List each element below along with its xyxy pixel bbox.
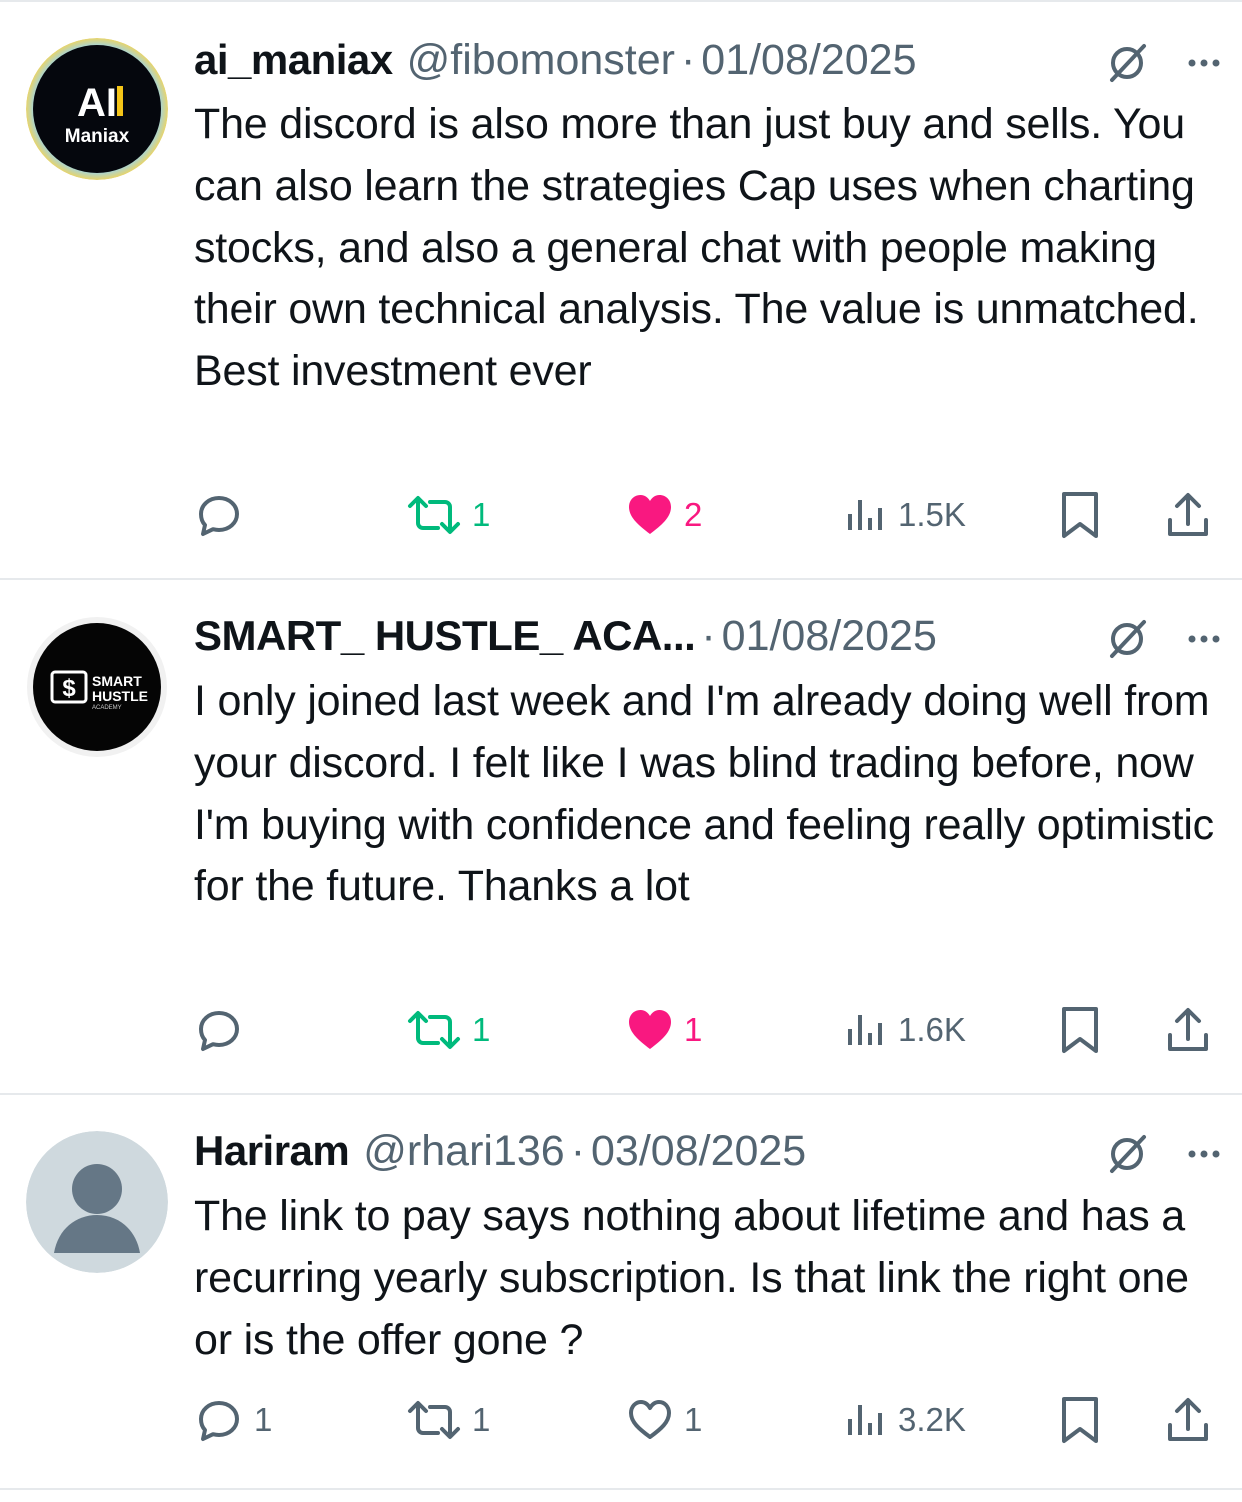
reply-button[interactable]: [194, 1005, 254, 1055]
reply-button[interactable]: 1: [194, 1395, 272, 1445]
action-bar: 1 1 1.6K: [194, 1005, 1224, 1055]
bookmark-icon: [1062, 1007, 1098, 1053]
tweet-header: SMART_ HUSTLE_ ACA... · 01/08/2025: [194, 610, 1224, 662]
reply-icon: [199, 1401, 239, 1441]
action-bar: 1 1 1 3.2K: [194, 1395, 1224, 1445]
share-button[interactable]: [1166, 1005, 1210, 1055]
tweet-header: Hariram @rhari136 · 03/08/2025: [194, 1125, 1224, 1177]
views-button[interactable]: 1.6K: [844, 1005, 966, 1055]
avatar-text-1: AI: [77, 81, 117, 125]
tweet[interactable]: Hariram @rhari136 · 03/08/2025 The link …: [0, 1095, 1242, 1490]
more-icon[interactable]: [1184, 43, 1224, 83]
reply-count: 1: [254, 1401, 273, 1438]
tweet[interactable]: $ SMART HUSTLE ACADEMY SMART_ HUSTLE_ AC…: [0, 580, 1242, 1095]
date[interactable]: 01/08/2025: [701, 36, 916, 85]
tweet[interactable]: AI Maniax ai_maniax @fibomonster · 01/08…: [0, 0, 1242, 580]
tweet-text: The link to pay says nothing about lifet…: [194, 1192, 1189, 1364]
share-button[interactable]: [1166, 1395, 1210, 1445]
reply-icon: [199, 496, 239, 536]
default-avatar-icon: [26, 1131, 168, 1273]
display-name[interactable]: Hariram: [194, 1127, 350, 1175]
more-icon[interactable]: [1184, 1134, 1224, 1174]
avatar-text-2: HUSTLE: [92, 688, 148, 704]
grok-icon[interactable]: [1104, 1131, 1150, 1177]
svg-text:$: $: [62, 675, 76, 702]
like-count: 1: [684, 1011, 703, 1048]
views-count: 1.5K: [898, 496, 966, 533]
separator: ·: [570, 1126, 586, 1175]
retweet-count: 1: [472, 1011, 491, 1048]
tweet-text: The discord is also more than just buy a…: [194, 100, 1199, 396]
ai-maniax-logo: AI Maniax: [26, 38, 168, 180]
avatar-text-2: Maniax: [65, 126, 130, 147]
grok-icon[interactable]: [1104, 40, 1150, 86]
share-icon: [1168, 1008, 1208, 1051]
retweet-button[interactable]: 1: [406, 490, 490, 540]
separator: ·: [701, 611, 716, 660]
separator: ·: [680, 35, 696, 84]
display-name[interactable]: ai_maniax: [194, 36, 393, 84]
bookmark-icon: [1062, 492, 1098, 538]
retweet-button[interactable]: 1: [406, 1395, 490, 1445]
like-button[interactable]: 2: [626, 490, 702, 540]
tweet-header: ai_maniax @fibomonster · 01/08/2025: [194, 34, 1224, 86]
like-button[interactable]: 1: [626, 1005, 702, 1055]
like-count: 1: [684, 1401, 703, 1438]
bookmark-icon: [1062, 1397, 1098, 1443]
views-icon: [848, 1405, 882, 1435]
reply-button[interactable]: [194, 490, 254, 540]
like-count: 2: [684, 496, 703, 533]
handle[interactable]: @rhari136: [363, 1127, 564, 1176]
avatar-text-1: SMART: [92, 673, 142, 689]
retweet-count: 1: [472, 1401, 491, 1438]
bookmark-button[interactable]: [1058, 490, 1102, 540]
bookmark-button[interactable]: [1058, 1005, 1102, 1055]
grok-icon[interactable]: [1104, 616, 1150, 662]
views-button[interactable]: 3.2K: [844, 1395, 966, 1445]
action-bar: 1 2 1.5K: [194, 490, 1224, 540]
smart-hustle-logo: $ SMART HUSTLE ACADEMY: [27, 617, 167, 757]
date[interactable]: 03/08/2025: [591, 1127, 806, 1176]
views-count: 3.2K: [898, 1401, 966, 1438]
avatar[interactable]: AI Maniax: [26, 38, 168, 180]
views-button[interactable]: 1.5K: [844, 490, 966, 540]
retweet-button[interactable]: 1: [406, 1005, 490, 1055]
heart-filled-icon: [629, 1010, 671, 1049]
views-icon: [848, 500, 882, 530]
views-icon: [848, 1015, 882, 1045]
share-icon: [1168, 1398, 1208, 1441]
avatar[interactable]: $ SMART HUSTLE ACADEMY: [26, 616, 168, 758]
display-name[interactable]: SMART_ HUSTLE_ ACA...: [194, 612, 696, 660]
retweet-icon: [408, 496, 460, 534]
views-count: 1.6K: [898, 1011, 966, 1048]
avatar-text-3: ACADEMY: [92, 705, 122, 711]
date[interactable]: 01/08/2025: [722, 612, 937, 661]
handle[interactable]: @fibomonster: [407, 36, 675, 85]
heart-outline-icon: [629, 1400, 671, 1439]
retweet-icon: [408, 1401, 460, 1439]
share-icon: [1168, 493, 1208, 536]
tweet-text: I only joined last week and I'm already …: [194, 677, 1214, 911]
avatar[interactable]: [26, 1131, 168, 1273]
reply-icon: [199, 1011, 239, 1051]
share-button[interactable]: [1166, 490, 1210, 540]
bookmark-button[interactable]: [1058, 1395, 1102, 1445]
more-icon[interactable]: [1184, 619, 1224, 659]
like-button[interactable]: 1: [626, 1395, 702, 1445]
retweet-count: 1: [472, 496, 491, 533]
retweet-icon: [408, 1011, 460, 1049]
heart-filled-icon: [629, 495, 671, 534]
